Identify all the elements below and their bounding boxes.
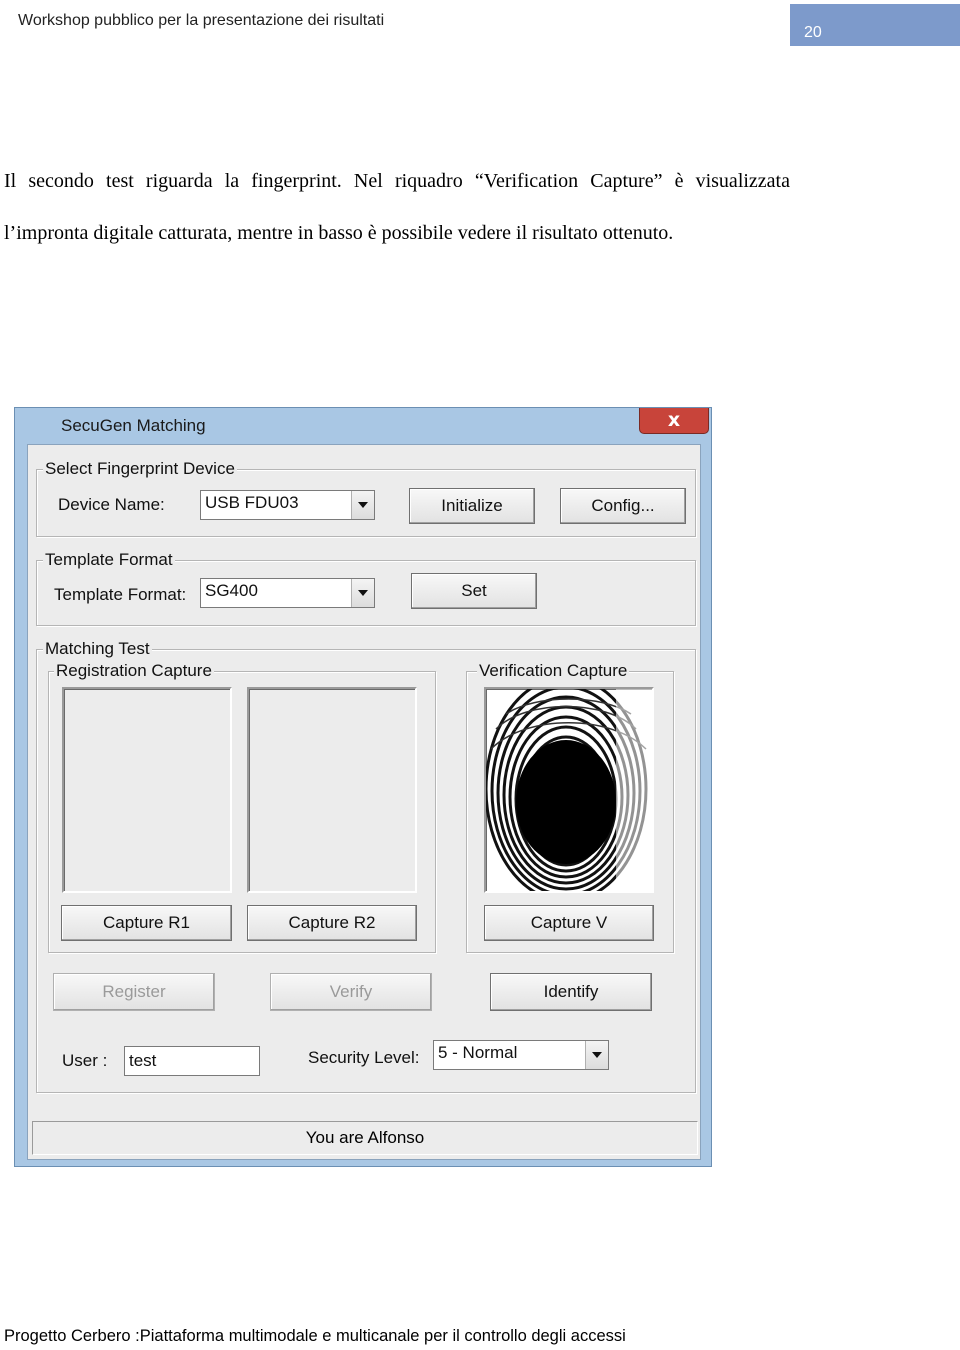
window-client-area: Select Fingerprint Device Device Name: U… <box>27 444 701 1160</box>
device-name-label: Device Name: <box>58 495 165 514</box>
window-title: SecuGen Matching <box>61 416 206 435</box>
initialize-button[interactable]: Initialize <box>409 488 535 524</box>
capture-r1-button[interactable]: Capture R1 <box>61 905 232 941</box>
user-field[interactable]: test <box>124 1046 260 1076</box>
chevron-down-icon <box>351 491 374 519</box>
page-header-title: Workshop pubblico per la presentazione d… <box>18 12 385 29</box>
security-level-label: Security Level: <box>308 1048 420 1067</box>
matching-group-label: Matching Test <box>43 639 152 659</box>
security-level-value: 5 - Normal <box>438 1043 518 1062</box>
status-bar: You are Alfonso <box>32 1121 698 1155</box>
template-format-value: SG400 <box>205 581 258 600</box>
close-icon: x <box>667 409 681 431</box>
device-name-value: USB FDU03 <box>205 493 299 512</box>
identify-button[interactable]: Identify <box>490 973 652 1011</box>
page-footer: Progetto Cerbero :Piattaforma multimodal… <box>4 1327 626 1345</box>
fingerprint-image <box>486 689 652 891</box>
template-format-select[interactable]: SG400 <box>200 578 375 608</box>
verification-group-label: Verification Capture <box>477 661 630 681</box>
user-field-value: test <box>129 1051 157 1070</box>
device-name-select[interactable]: USB FDU03 <box>200 490 375 520</box>
user-label: User : <box>62 1051 108 1070</box>
chevron-down-icon <box>585 1041 608 1069</box>
verification-capture-image <box>484 687 654 893</box>
page-number: 20 <box>804 24 822 41</box>
config-button[interactable]: Config... <box>560 488 686 524</box>
capture-v-button[interactable]: Capture V <box>484 905 654 941</box>
device-group-label: Select Fingerprint Device <box>43 459 237 479</box>
secugen-window: SecuGen Matching x Select Fingerprint De… <box>14 407 712 1167</box>
set-button[interactable]: Set <box>411 573 537 609</box>
capture-r2-button[interactable]: Capture R2 <box>247 905 417 941</box>
registration-capture-r1 <box>62 687 232 893</box>
close-button[interactable]: x <box>639 408 709 434</box>
verify-button[interactable]: Verify <box>270 973 432 1011</box>
security-level-select[interactable]: 5 - Normal <box>433 1040 609 1070</box>
body-paragraph: Il secondo test riguarda la fingerprint.… <box>4 170 790 244</box>
registration-group-label: Registration Capture <box>54 661 214 681</box>
template-format-label: Template Format: <box>54 585 187 604</box>
register-button[interactable]: Register <box>53 973 215 1011</box>
chevron-down-icon <box>351 579 374 607</box>
page-number-box: 20 <box>790 4 960 46</box>
registration-capture-r2 <box>247 687 417 893</box>
template-group-label: Template Format <box>43 550 175 570</box>
